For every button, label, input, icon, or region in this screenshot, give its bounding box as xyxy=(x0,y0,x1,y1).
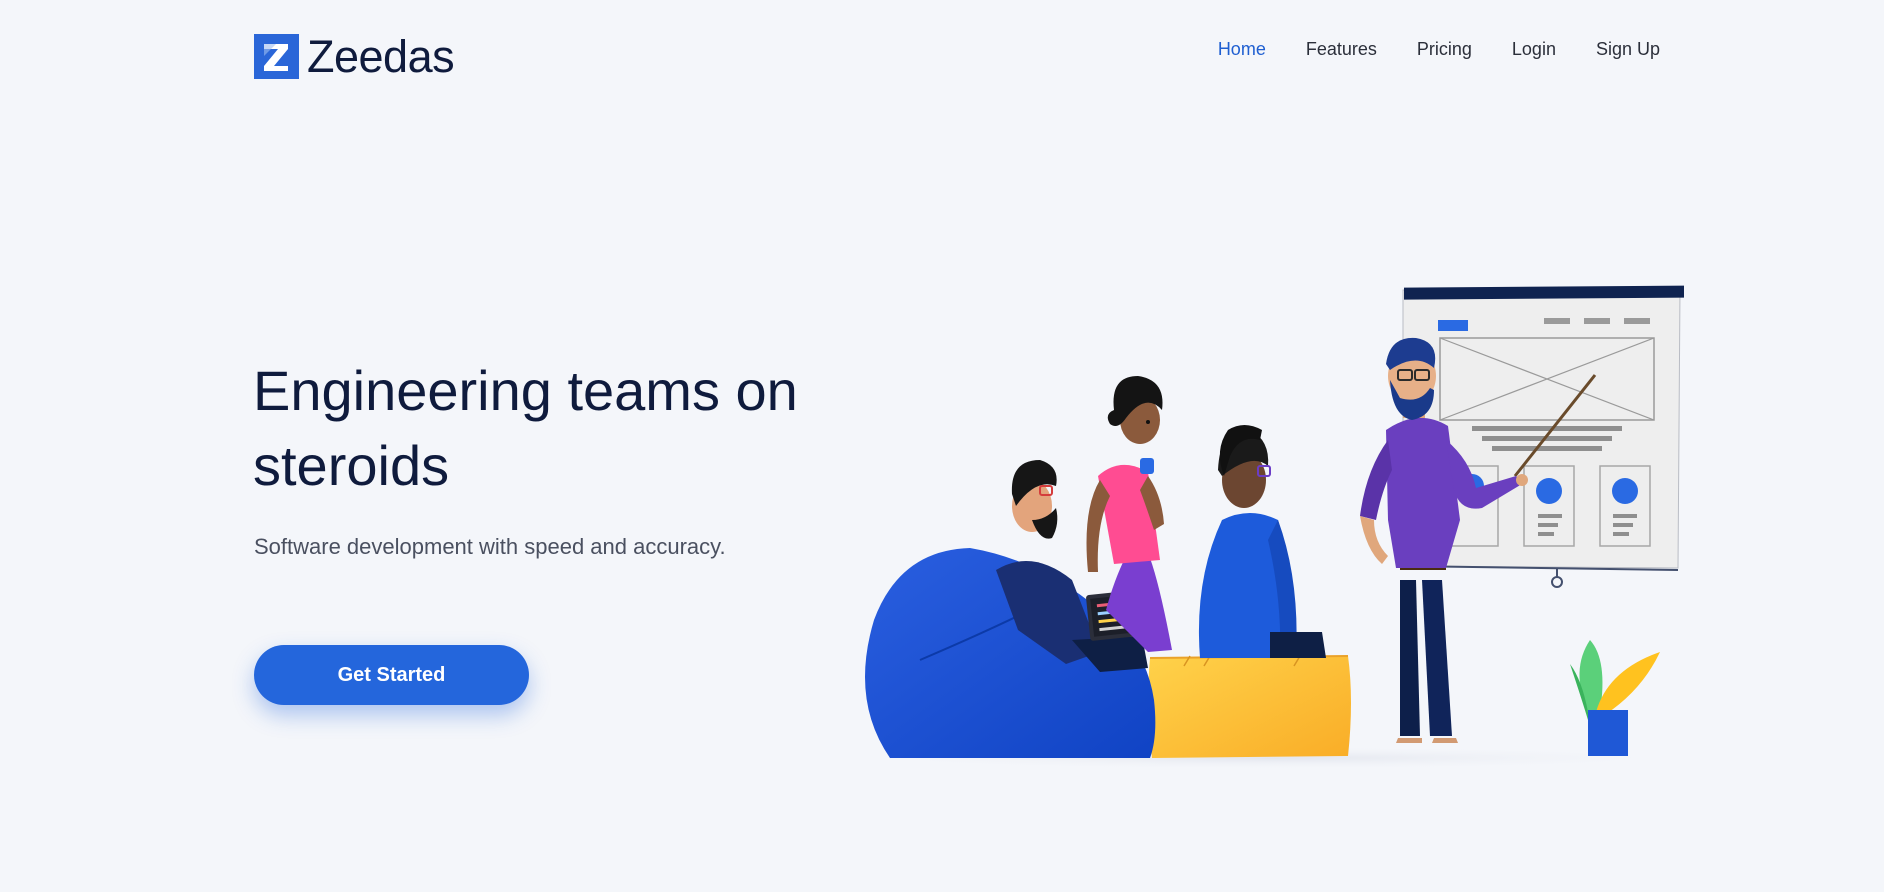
team-presentation-illustration xyxy=(770,280,1730,780)
seated-man-blue-shirt xyxy=(1198,425,1326,658)
nav-home[interactable]: Home xyxy=(1218,36,1266,62)
brand-name: Zeedas xyxy=(307,31,455,82)
hero-subtitle: Software development with speed and accu… xyxy=(254,534,726,559)
potted-plant xyxy=(1570,640,1660,756)
z-logo-icon xyxy=(254,34,299,79)
nav-login[interactable]: Login xyxy=(1512,36,1556,62)
ottoman xyxy=(1148,655,1351,758)
nav-pricing[interactable]: Pricing xyxy=(1417,36,1472,62)
get-started-button[interactable]: Get Started xyxy=(254,645,529,705)
nav-sign-up[interactable]: Sign Up xyxy=(1596,36,1660,62)
main-nav: Home Features Pricing Login Sign Up xyxy=(1218,36,1660,62)
landing-page: Zeedas Home Features Pricing Login Sign … xyxy=(0,0,1884,892)
brand-logo[interactable]: Zeedas xyxy=(254,31,455,82)
nav-features[interactable]: Features xyxy=(1306,36,1377,62)
